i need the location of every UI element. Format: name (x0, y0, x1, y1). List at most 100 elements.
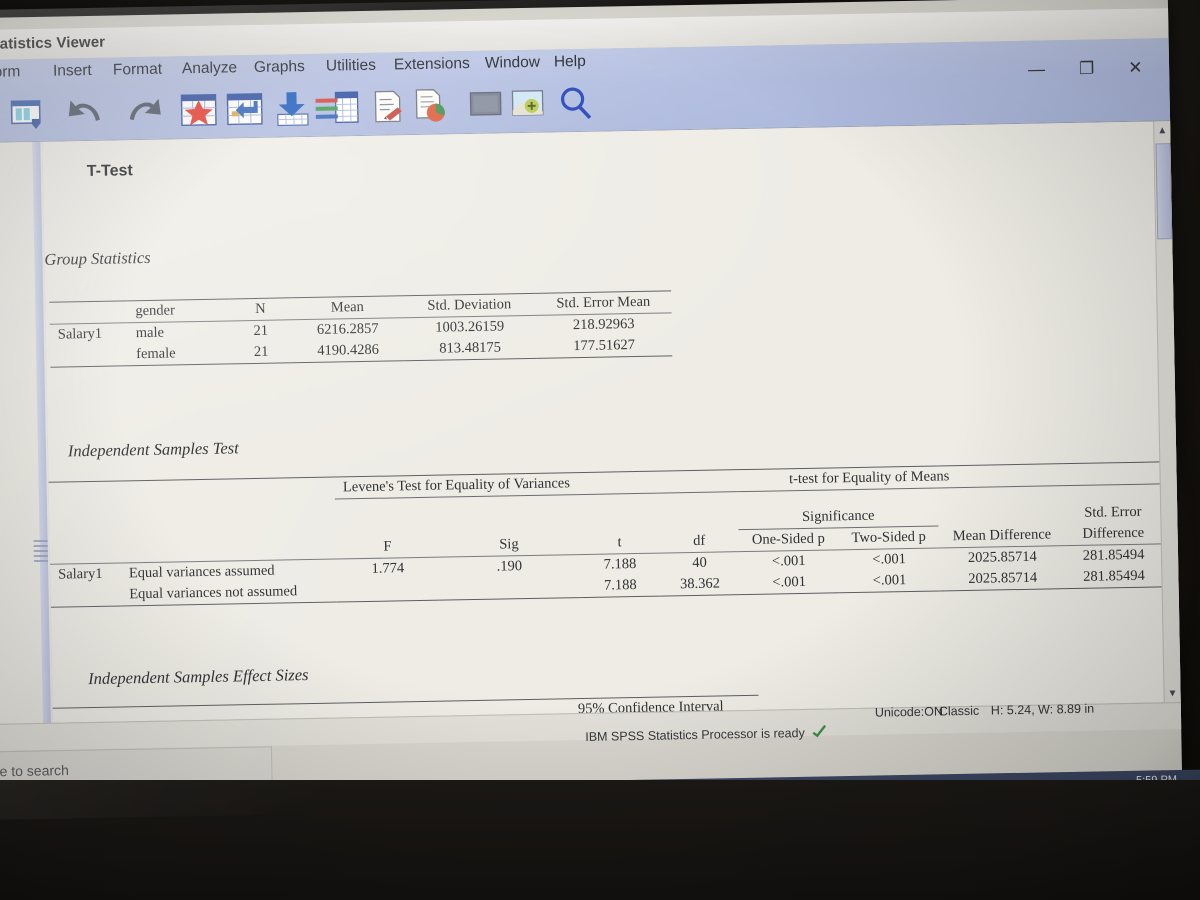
ist-pad-f (335, 497, 439, 537)
ist-hdr-var (49, 540, 121, 565)
gs-r0-n: 21 (253, 322, 269, 340)
menu-extensions[interactable]: Extensions (394, 55, 470, 74)
ist-span-significance: Significance (737, 487, 939, 530)
status-ready-icon (811, 724, 827, 741)
window-controls: — ❐ ✕ (1027, 58, 1143, 79)
ist-r1-one: <.001 (738, 571, 840, 595)
ist-pad-sig (438, 495, 579, 536)
menu-utilities[interactable]: Utilities (326, 57, 376, 76)
ist-col-sig: Sig (438, 532, 580, 558)
ist-r1-df: 38.362 (660, 573, 740, 597)
ist-col-df: df (659, 529, 739, 554)
ist-r1-se: 281.85494 (1065, 565, 1163, 589)
ist-r1-label: Equal variances not assumed (121, 580, 338, 606)
gs-r1-n: 21 (229, 341, 293, 364)
status-processor-text: IBM SPSS Statistics Processor is ready (585, 725, 805, 744)
status-unicode: Unicode:ON (874, 704, 944, 720)
ist-col-f: F (335, 535, 440, 560)
ist-r0-two: <.001 (872, 551, 907, 568)
edit-syntax-icon[interactable] (367, 86, 408, 127)
window-title-text: Statistics Viewer (0, 33, 106, 53)
outline-splitter-grip[interactable] (33, 539, 48, 563)
ist-col-t: t (578, 531, 661, 555)
gs-col-gender: gender (127, 298, 230, 323)
gs-col-mean: Mean (291, 295, 404, 320)
ist-r1-md: 2025.85714 (939, 567, 1066, 591)
ist-pad-t (578, 493, 660, 532)
goto-variable-icon[interactable] (223, 89, 264, 130)
ist-col-mean-diff: Mean Difference (938, 523, 1066, 548)
ist-col-two-sided: Two-Sided p (838, 525, 940, 550)
independent-samples-effect-sizes-title: Independent Samples Effect Sizes (87, 665, 309, 689)
windows-search-placeholder: here to search (0, 762, 69, 780)
gs-col-sd: Std. Deviation (403, 293, 536, 318)
ist-r0-f: 1.774 (371, 560, 405, 577)
ist-r0-one: <.001 (771, 552, 806, 570)
gs-r0-var: Salary1 (57, 325, 103, 343)
open-file-icon[interactable] (0, 94, 4, 135)
output-content: T-Test Group Statistics gender N Mean St… (42, 121, 1165, 724)
ist-r0-df: 40 (692, 554, 707, 571)
ist-se-line1: Std. Error (1084, 503, 1142, 521)
goto-case-star-icon[interactable] (177, 90, 218, 131)
ist-r1-f (336, 578, 440, 603)
ist-r0-md: 2025.85714 (967, 548, 1037, 566)
save-icon[interactable] (5, 93, 46, 134)
gs-r1-sd: 813.48175 (403, 336, 537, 361)
insert-chart-icon[interactable] (409, 85, 450, 126)
scroll-up-arrow-icon[interactable]: ▲ (1157, 125, 1167, 136)
vertical-scroll-thumb[interactable] (1155, 143, 1173, 240)
gs-r1-sem: 177.51627 (535, 334, 673, 359)
output-viewer: T-Test Group Statistics gender N Mean St… (0, 120, 1182, 743)
gs-r1-mean: 4190.4286 (291, 339, 405, 363)
screen-surface: Statistics Viewer nsform Insert Format A… (0, 0, 1183, 808)
status-mode: Classic (938, 703, 980, 719)
gs-r0-gender: male (135, 324, 165, 342)
gs-col-sem: Std. Error Mean (535, 290, 672, 316)
laptop-screen-photo: Statistics Viewer nsform Insert Format A… (0, 0, 1200, 900)
close-button[interactable]: ✕ (1128, 58, 1143, 77)
gs-r1-var (50, 344, 129, 368)
maximize-button[interactable]: ❐ (1078, 59, 1094, 78)
menu-help[interactable]: Help (554, 53, 586, 72)
minimize-button[interactable]: — (1027, 60, 1044, 79)
ist-pad-2 (120, 499, 336, 541)
independent-samples-test-table: Levene's Test for Equality of Variances … (48, 461, 1163, 608)
gs-r1-gender: female (128, 342, 231, 366)
status-dimensions: H: 5.24, W: 8.89 in (990, 701, 1095, 718)
redo-icon[interactable] (119, 91, 161, 132)
insert-text-box-icon[interactable] (465, 84, 506, 125)
ist-corner-var (48, 480, 120, 505)
menu-format[interactable]: Format (113, 61, 162, 80)
export-down-icon[interactable] (269, 88, 310, 129)
group-statistics-title: Group Statistics (44, 247, 151, 269)
desk-foreground (0, 780, 1200, 900)
gs-col-var (49, 300, 128, 325)
menu-graphs[interactable]: Graphs (254, 58, 305, 77)
menu-window[interactable]: Window (485, 54, 540, 73)
ist-col-se-diff: Difference (1064, 521, 1162, 546)
ist-col-one-sided: One-Sided p (738, 527, 839, 552)
ist-r0-se: 281.85494 (1082, 546, 1145, 564)
ist-r1-sig (439, 576, 580, 601)
gs-r0-mean: 6216.2857 (316, 320, 379, 338)
ist-pad-1 (49, 503, 120, 542)
menu-transform[interactable]: nsform (0, 63, 21, 82)
find-icon[interactable] (555, 83, 596, 124)
insert-data-icon[interactable] (313, 87, 359, 128)
ist-r0-sig: .190 (496, 558, 523, 575)
scroll-down-arrow-icon[interactable]: ▼ (1167, 688, 1177, 699)
undo-icon[interactable] (65, 92, 106, 133)
insert-image-icon[interactable] (507, 84, 548, 125)
ist-r1-var (50, 584, 122, 608)
ist-pad-df (659, 492, 738, 531)
group-statistics-table: gender N Mean Std. Deviation Std. Error … (49, 290, 673, 368)
output-heading-ttest: T-Test (86, 162, 133, 181)
ist-pad-md (938, 486, 1065, 526)
gs-r0-sem: 218.92963 (572, 316, 635, 334)
menu-insert[interactable]: Insert (53, 62, 92, 81)
menu-analyze[interactable]: Analyze (182, 59, 237, 78)
ist-r0-var: Salary1 (58, 565, 103, 583)
ist-r0-t: 7.188 (603, 556, 637, 573)
independent-samples-test-title: Independent Samples Test (67, 438, 239, 461)
